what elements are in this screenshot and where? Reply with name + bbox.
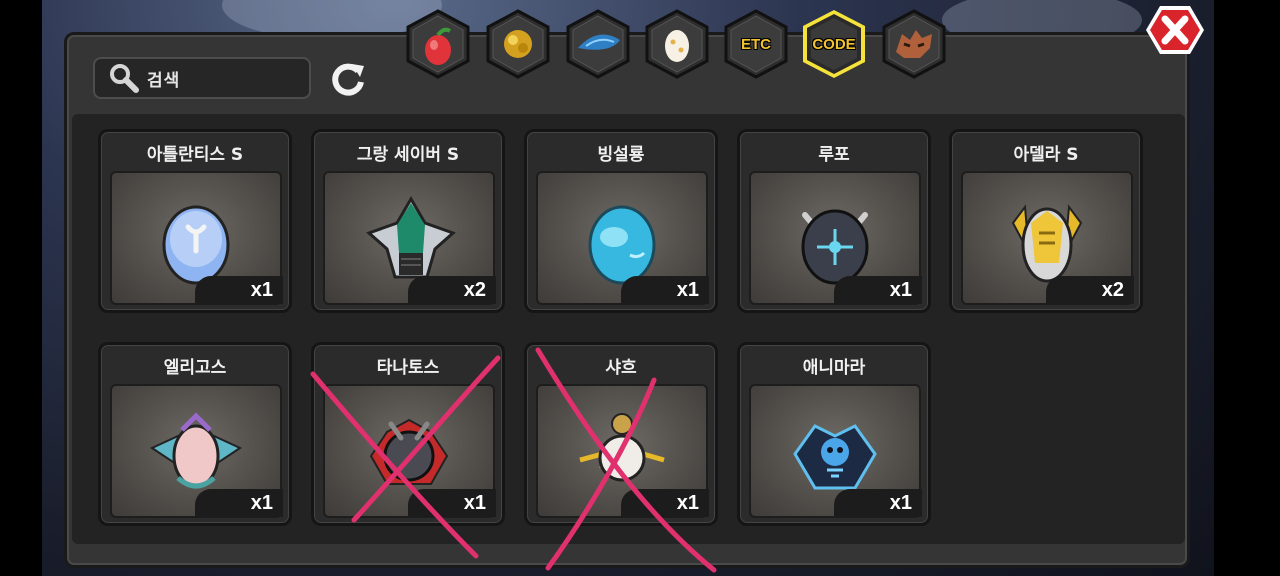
item-quantity: x1 (834, 276, 922, 304)
tab-etc-label: ETC (741, 35, 771, 53)
item-quantity: x1 (408, 489, 496, 517)
game-screen: 검색 ETC CODE 아틀란티스 S x1 그랑 세이버 S x2 빙설룡 x… (0, 0, 1280, 576)
green-helmet-icon (366, 196, 456, 279)
tab-etc[interactable]: ETC (722, 8, 790, 80)
item-quantity: x1 (195, 276, 283, 304)
blue-egg-icon (162, 205, 230, 285)
gold-ore-icon (504, 30, 532, 58)
item-name: 아틀란티스 S (146, 145, 244, 165)
item-quantity: x2 (408, 276, 496, 304)
dragon-head-icon (896, 30, 932, 58)
item-card[interactable]: 아틀란티스 S x1 (98, 129, 292, 313)
dark-spiked-crest-icon (369, 418, 449, 485)
tab-code-label: CODE (812, 35, 856, 53)
search-input[interactable]: 검색 (93, 57, 311, 99)
item-name: 루포 (818, 145, 850, 165)
blue-scale-icon (578, 34, 620, 50)
item-card[interactable]: 샤흐 x1 (524, 342, 718, 526)
item-name: 타나토스 (376, 358, 440, 378)
item-card[interactable]: 아델라 S x2 (949, 129, 1143, 313)
fruit-icon (425, 27, 452, 65)
search-placeholder: 검색 (147, 70, 181, 91)
item-quantity: x1 (621, 276, 709, 304)
refresh-icon[interactable] (328, 60, 368, 98)
tab-code[interactable]: CODE (800, 8, 868, 80)
tab-scale[interactable] (564, 8, 632, 80)
gold-lightning-orb-icon (579, 413, 665, 482)
item-card[interactable]: 루포 x1 (737, 129, 931, 313)
item-quantity: x1 (621, 489, 709, 517)
tab-gold[interactable] (484, 8, 552, 80)
tab-egg[interactable] (643, 8, 711, 80)
item-quantity: x2 (1046, 276, 1134, 304)
item-name: 빙설룡 (597, 145, 645, 165)
dark-horned-egg-icon (801, 209, 869, 285)
winged-crest-icon (149, 412, 243, 489)
item-card[interactable]: 빙설룡 x1 (524, 129, 718, 313)
item-card[interactable]: 엘리고스 x1 (98, 342, 292, 526)
item-name: 아델라 S (1013, 145, 1079, 165)
spirit-crest-icon (793, 424, 877, 490)
item-quantity: x1 (834, 489, 922, 517)
egg-icon (665, 30, 689, 62)
item-name: 그랑 세이버 S (356, 145, 460, 165)
ice-egg-icon (588, 205, 656, 285)
gold-armor-egg-icon (1011, 204, 1083, 283)
tab-fruit[interactable] (404, 8, 472, 80)
item-card[interactable]: 애니마라 x1 (737, 342, 931, 526)
item-card[interactable]: 타나토스 x1 (311, 342, 505, 526)
item-name: 애니마라 (802, 358, 866, 378)
tab-dragon[interactable] (880, 8, 948, 80)
search-icon (110, 64, 139, 93)
item-name: 샤흐 (605, 358, 637, 378)
close-button[interactable] (1144, 4, 1206, 56)
item-card[interactable]: 그랑 세이버 S x2 (311, 129, 505, 313)
item-name: 엘리고스 (163, 358, 227, 378)
item-quantity: x1 (195, 489, 283, 517)
